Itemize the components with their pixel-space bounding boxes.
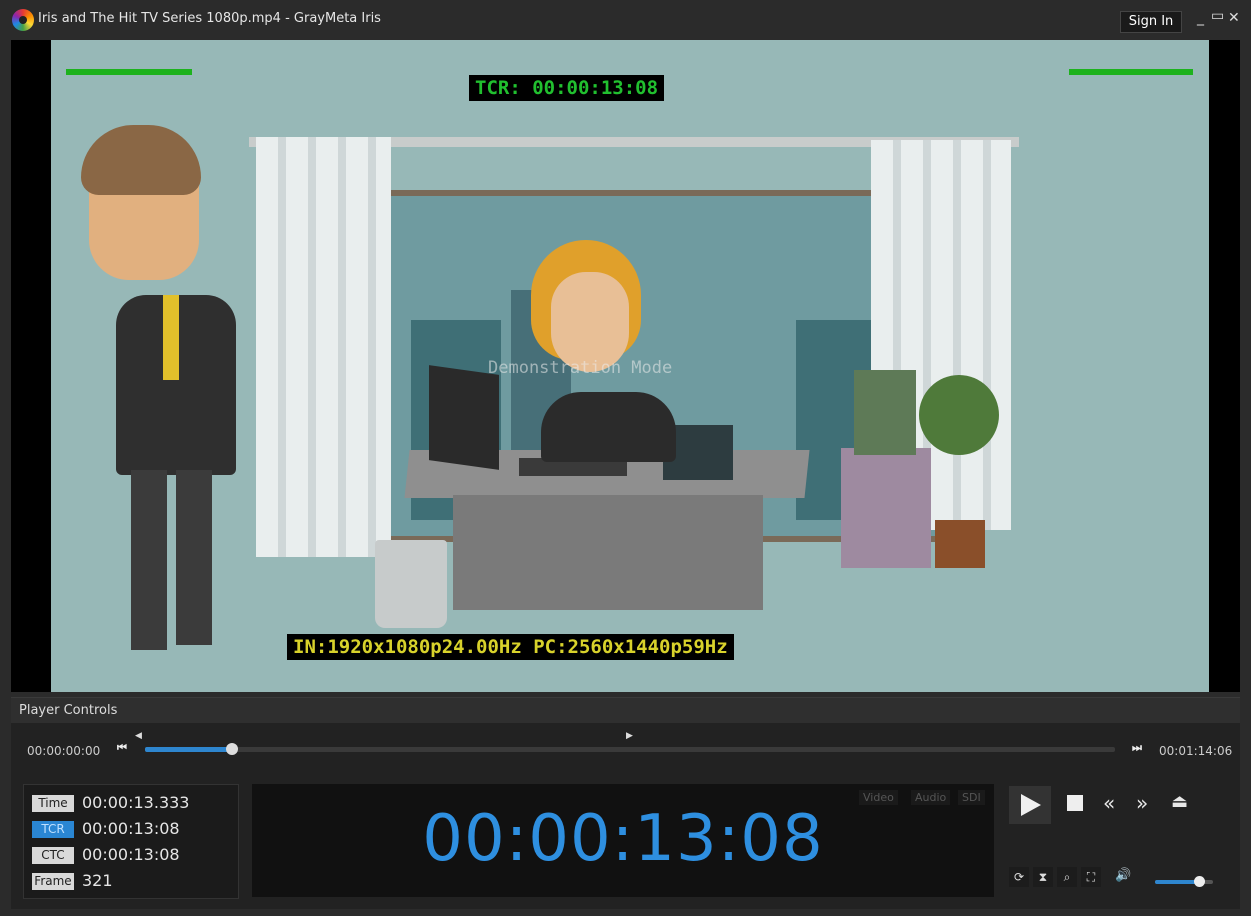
- man-right-leg: [176, 470, 212, 645]
- window-title: Iris and The Hit TV Series 1080p.mp4 - G…: [38, 11, 381, 26]
- title-bar: Iris and The Hit TV Series 1080p.mp4 - G…: [0, 0, 1251, 40]
- volume-level: [1155, 880, 1199, 884]
- timeline-scrubber[interactable]: [145, 743, 1115, 755]
- timecode-list: Time 00:00:13.333 TCR 00:00:13:08 CTC 00…: [23, 784, 239, 899]
- rewind-icon[interactable]: «: [1103, 791, 1115, 815]
- binders: [854, 370, 916, 455]
- timecode-row-time[interactable]: Time 00:00:13.333: [32, 793, 232, 815]
- volume-handle[interactable]: [1193, 876, 1205, 887]
- goto-end-icon[interactable]: ⏭: [1130, 741, 1144, 755]
- frame-value: 321: [82, 871, 113, 890]
- player-controls-panel: 00:00:00:00 ⏮ ◀ ▶ ⏭ 00:01:14:06 Time 00:…: [11, 723, 1240, 909]
- in-marker-icon[interactable]: ◀: [135, 731, 142, 741]
- sign-in-button[interactable]: Sign In: [1120, 11, 1182, 33]
- audio-meter-left: [66, 69, 192, 75]
- tcr-value: 00:00:13:08: [82, 819, 180, 838]
- format-overlay: IN:1920x1080p24.00Hz PC:2560x1440p59Hz: [287, 634, 734, 660]
- timecode-row-ctc[interactable]: CTC 00:00:13:08: [32, 845, 232, 867]
- plant: [919, 375, 999, 455]
- ctc-label-button[interactable]: CTC: [32, 847, 74, 864]
- man-hair: [81, 125, 201, 195]
- demo-watermark: Demonstration Mode: [488, 358, 673, 378]
- volume-slider[interactable]: [1155, 876, 1213, 887]
- fast-forward-icon[interactable]: »: [1136, 791, 1148, 815]
- video-viewport[interactable]: Demonstration Mode TCR: 00:00:13:08 IN:1…: [11, 40, 1240, 692]
- ctc-value: 00:00:13:08: [82, 845, 180, 864]
- woman-face: [551, 272, 629, 372]
- desk-front: [453, 495, 763, 610]
- loop-icon[interactable]: ⟳: [1009, 867, 1029, 887]
- timeline-handle[interactable]: [226, 743, 239, 755]
- fullscreen-icon[interactable]: ⛶: [1081, 867, 1101, 887]
- goto-start-icon[interactable]: ⏮: [115, 741, 129, 755]
- left-curtain: [256, 137, 391, 557]
- volume-icon[interactable]: 🔊: [1115, 868, 1131, 883]
- frame-label-button[interactable]: Frame: [32, 873, 74, 890]
- start-time: 00:00:00:00: [27, 744, 101, 758]
- player-controls-title: Player Controls: [19, 703, 118, 718]
- player-controls-header: Player Controls: [11, 697, 1240, 724]
- tcr-overlay: TCR: 00:00:13:08: [469, 75, 665, 101]
- waste-bin: [375, 540, 447, 628]
- big-timecode-display: Video Audio SDI 00:00:13:08: [252, 784, 994, 897]
- plant-pot: [935, 520, 985, 568]
- woman-body: [541, 392, 676, 462]
- out-marker-icon[interactable]: ▶: [626, 731, 633, 741]
- zoom-icon[interactable]: ⌕: [1057, 867, 1077, 887]
- play-button[interactable]: [1009, 786, 1051, 824]
- audio-meter-right: [1069, 69, 1193, 75]
- tcr-label-button[interactable]: TCR: [32, 821, 74, 838]
- time-label-button[interactable]: Time: [32, 795, 74, 812]
- maximize-icon[interactable]: ▭: [1211, 8, 1224, 24]
- stop-icon[interactable]: [1067, 795, 1083, 811]
- app-logo-icon: [12, 9, 34, 31]
- big-timecode: 00:00:13:08: [422, 802, 824, 876]
- minimize-icon[interactable]: _: [1197, 10, 1204, 26]
- video-frame: Demonstration Mode: [51, 40, 1209, 692]
- timecode-row-frame[interactable]: Frame 321: [32, 871, 232, 893]
- end-time: 00:01:14:06: [1159, 744, 1233, 758]
- man-tie: [163, 295, 179, 380]
- man-left-leg: [131, 470, 167, 650]
- file-cabinet: [841, 448, 931, 568]
- close-icon[interactable]: ✕: [1228, 10, 1240, 26]
- hourglass-icon[interactable]: ⧗: [1033, 867, 1053, 887]
- time-value: 00:00:13.333: [82, 793, 190, 812]
- timecode-row-tcr[interactable]: TCR 00:00:13:08: [32, 819, 232, 841]
- timeline-progress: [145, 747, 233, 752]
- monitor: [429, 365, 499, 470]
- eject-icon[interactable]: ⏏: [1171, 791, 1188, 812]
